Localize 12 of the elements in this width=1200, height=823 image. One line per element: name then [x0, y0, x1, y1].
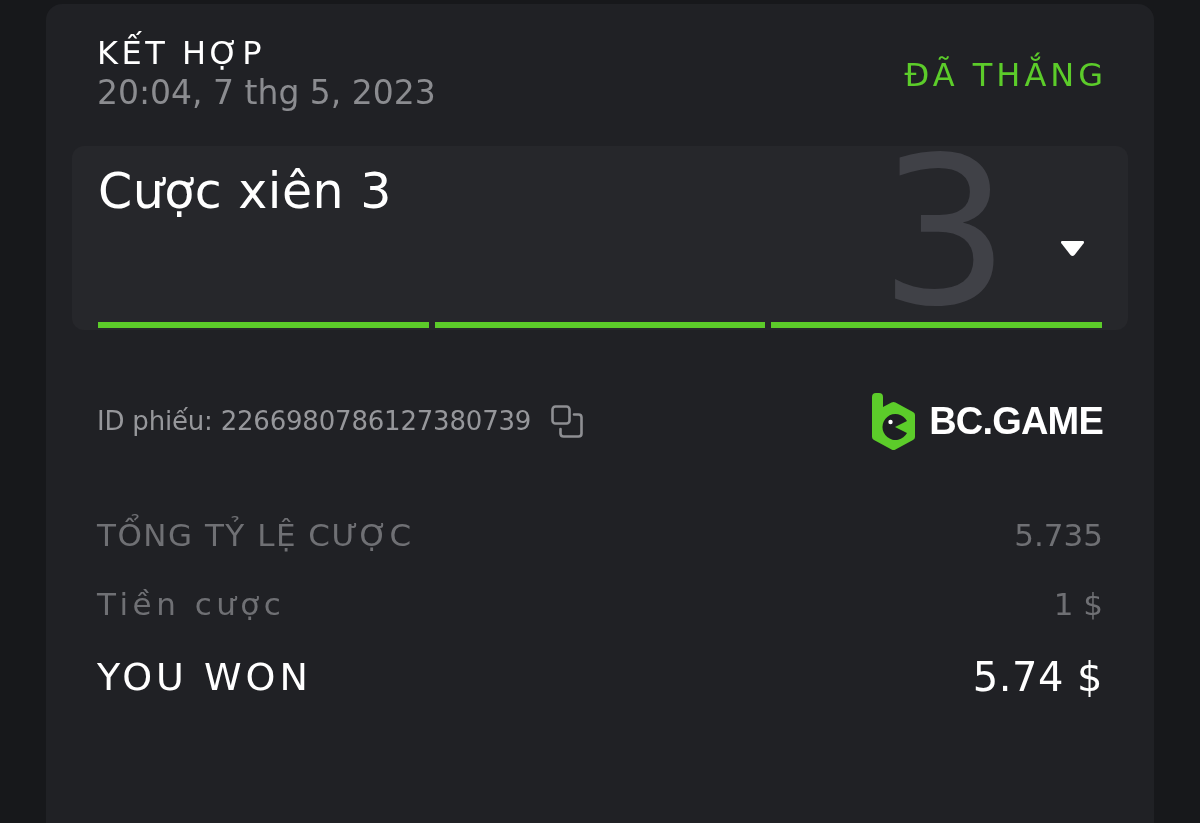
- logo-icon: [872, 392, 916, 450]
- summary-value: 5.735: [1014, 517, 1103, 553]
- summary-value: 5.74 $: [972, 654, 1103, 700]
- ticket-id: ID phiếu: 2266980786127380739: [97, 406, 532, 436]
- copy-icon[interactable]: [551, 404, 584, 438]
- summary-value: 1 $: [1053, 586, 1103, 622]
- parlay-title: Cược xiên 3: [98, 162, 392, 222]
- summary-label: Tiền cược: [97, 586, 286, 622]
- bet-date: 20:04, 7 thg 5, 2023: [97, 72, 436, 114]
- brand-name: BC.GAME: [929, 399, 1103, 443]
- summary-label: YOU WON: [97, 655, 312, 699]
- caret-icon[interactable]: [1060, 240, 1085, 257]
